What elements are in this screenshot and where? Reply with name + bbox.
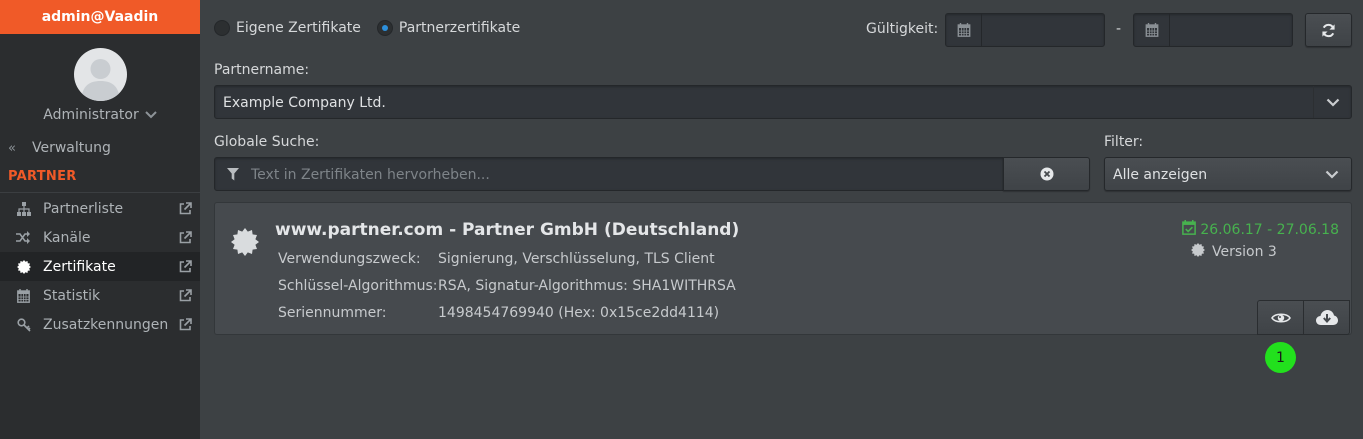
radio-own-label[interactable]: Eigene Zertifikate <box>236 20 361 36</box>
avatar[interactable] <box>74 48 127 101</box>
version-text: Version 3 <box>1212 244 1277 260</box>
filter-icon <box>227 168 239 185</box>
download-certificate-button[interactable] <box>1303 300 1350 335</box>
chevron-down-icon <box>1313 158 1351 190</box>
section-title: PARTNER <box>8 169 77 184</box>
back-link-label: Verwaltung <box>32 140 111 156</box>
sitemap-icon <box>0 201 43 216</box>
calendar-icon <box>0 288 43 303</box>
date-from-field[interactable] <box>945 13 1105 47</box>
sidebar-item-label: Partnerliste <box>43 200 124 217</box>
field-value: Signierung, Verschlüsselung, TLS Client <box>438 251 715 267</box>
sidebar-item-label: Statistik <box>43 287 101 304</box>
external-link-icon <box>179 231 192 248</box>
radio-partner-label[interactable]: Partnerzertifikate <box>399 20 520 36</box>
date-separator: - <box>1116 21 1122 37</box>
view-certificate-button[interactable] <box>1257 300 1304 335</box>
sidebar-item-label: Kanäle <box>43 229 91 246</box>
refresh-icon <box>1322 23 1335 37</box>
partner-name-label: Partnername: <box>214 62 310 78</box>
certificate-icon <box>0 259 43 274</box>
calendar-check-icon <box>1182 220 1197 239</box>
external-link-icon <box>179 289 192 306</box>
field-key: Schlüssel-Algorithmus: <box>278 278 438 294</box>
search-placeholder: Text in Zertifikaten hervorheben... <box>251 167 490 183</box>
filter-select[interactable]: Alle anzeigen <box>1104 157 1352 191</box>
radio-selected-dot <box>381 25 388 31</box>
calendar-icon[interactable] <box>1134 14 1170 46</box>
annotation-marker: 1 <box>1265 342 1296 373</box>
validity-text: 26.06.17 - 27.06.18 <box>1200 221 1339 238</box>
global-search-label: Globale Suche: <box>214 134 320 150</box>
external-link-icon <box>179 202 192 219</box>
cloud-download-icon <box>1315 309 1338 325</box>
eye-icon <box>1270 312 1291 323</box>
user-menu[interactable]: Administrator <box>0 105 200 125</box>
certificate-icon <box>1191 243 1205 261</box>
key-icon <box>0 317 43 332</box>
filter-label: Filter: <box>1104 134 1144 150</box>
radio-own-certificates[interactable] <box>214 20 230 36</box>
certificate-card[interactable]: www.partner.com - Partner GmbH (Deutschl… <box>214 202 1352 335</box>
field-value: RSA, Signatur-Algorithmus: SHA1WITHRSA <box>438 278 736 294</box>
field-key: Seriennummer: <box>278 305 387 321</box>
global-search-input[interactable]: Text in Zertifikaten hervorheben... <box>214 157 1004 191</box>
sidebar-item-zusatzkennungen[interactable]: Zusatzkennungen <box>0 310 200 339</box>
sidebar-item-label: Zusatzkennungen <box>43 316 169 333</box>
certificate-title: www.partner.com - Partner GmbH (Deutschl… <box>275 220 740 240</box>
user-name: Administrator <box>43 107 139 123</box>
sidebar-item-zertifikate[interactable]: Zertifikate <box>0 252 200 281</box>
app-header: admin@Vaadin <box>0 0 200 34</box>
partner-name-value: Example Company Ltd. <box>223 95 386 111</box>
validity-label: Gültigkeit: <box>866 21 939 37</box>
filter-value: Alle anzeigen <box>1113 167 1208 183</box>
chevron-down-icon <box>145 109 157 122</box>
sidebar-item-kanaele[interactable]: Kanäle <box>0 223 200 252</box>
refresh-button[interactable] <box>1305 13 1352 47</box>
calendar-icon[interactable] <box>946 14 982 46</box>
date-to-field[interactable] <box>1133 13 1293 47</box>
certificate-type-radio-group: Eigene Zertifikate Partnerzertifikate <box>214 20 536 36</box>
field-key: Verwendungszweck: <box>278 251 421 267</box>
sidebar-item-label: Zertifikate <box>43 258 116 275</box>
certificate-version: Version 3 <box>1191 243 1277 261</box>
external-link-icon <box>179 260 192 277</box>
certificate-icon <box>231 228 259 260</box>
shuffle-icon <box>0 231 43 244</box>
validity-range: 26.06.17 - 27.06.18 <box>1182 220 1339 239</box>
clear-search-button[interactable] <box>1003 157 1090 191</box>
user-silhouette-icon <box>81 59 120 101</box>
sidebar: admin@Vaadin Administrator « Verwaltung … <box>0 0 200 439</box>
partner-name-select[interactable]: Example Company Ltd. <box>214 85 1352 119</box>
back-link[interactable]: « Verwaltung <box>0 137 200 159</box>
clear-circle-icon <box>1040 167 1053 181</box>
divider <box>0 192 200 193</box>
double-chevron-left-icon: « <box>8 140 16 156</box>
field-value: 1498454769940 (Hex: 0x15ce2dd4114) <box>438 305 720 321</box>
external-link-icon <box>179 318 192 335</box>
sidebar-item-partnerliste[interactable]: Partnerliste <box>0 194 200 223</box>
radio-partner-certificates[interactable] <box>376 20 393 36</box>
sidebar-menu: Partnerliste Kanäle Zertifikate Statisti… <box>0 194 200 339</box>
chevron-down-icon[interactable] <box>1313 86 1351 118</box>
sidebar-item-statistik[interactable]: Statistik <box>0 281 200 310</box>
